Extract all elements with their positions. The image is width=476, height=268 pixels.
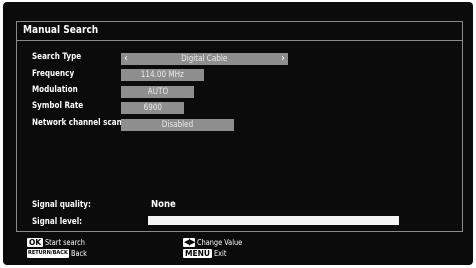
manual-search-panel: Manual Search Search Type ‹ Digital Cabl… <box>16 21 463 232</box>
search-type-label: Search Type <box>32 52 82 62</box>
signal-quality-value: None <box>151 199 176 210</box>
network-channel-scan-field[interactable]: Disabled <box>121 119 234 131</box>
exit-text: Exit <box>213 249 227 258</box>
signal-level-fill <box>148 216 399 225</box>
title-bar: Manual Search <box>17 22 462 41</box>
back-text: Back <box>70 249 87 258</box>
footer-back[interactable]: RETURN/BACK Back <box>27 249 90 259</box>
page-title: Manual Search <box>23 24 99 36</box>
network-channel-scan-label: Network channel scan <box>32 118 122 128</box>
modulation-label: Modulation <box>32 85 78 95</box>
modulation-value: AUTO <box>147 87 168 97</box>
chevron-left-icon[interactable]: ‹ <box>122 53 130 65</box>
footer-exit[interactable]: MENU Exit <box>183 249 229 259</box>
frequency-value: 114.00 MHz <box>140 70 185 80</box>
symbol-rate-label: Symbol Rate <box>32 101 84 111</box>
chevron-right-icon[interactable]: › <box>279 53 287 65</box>
footer-change-value[interactable]: ◀|▶ Change Value <box>183 238 252 248</box>
signal-level-bar <box>148 216 399 225</box>
change-value-text: Change Value <box>197 238 243 247</box>
ok-key-icon[interactable]: OK <box>27 238 44 247</box>
footer-start-search[interactable]: OK Start search <box>27 238 94 248</box>
frequency-field[interactable]: 114.00 MHz <box>121 69 204 81</box>
network-channel-scan-value: Disabled <box>161 120 194 130</box>
left-right-arrows-icon[interactable]: ◀|▶ <box>183 238 195 247</box>
start-search-text: Start search <box>45 238 86 247</box>
frequency-label: Frequency <box>32 69 75 79</box>
search-type-selector[interactable]: ‹ Digital Cable › <box>121 53 288 65</box>
menu-key-icon[interactable]: MENU <box>183 249 212 258</box>
return-back-key-icon[interactable]: RETURN/BACK <box>27 249 69 258</box>
symbol-rate-field[interactable]: 6900 <box>121 102 184 114</box>
modulation-field[interactable]: AUTO <box>121 86 194 98</box>
signal-quality-label: Signal quality: <box>32 200 91 210</box>
signal-level-label: Signal level: <box>32 217 83 227</box>
tv-screen: Manual Search Search Type ‹ Digital Cabl… <box>3 2 473 265</box>
symbol-rate-value: 6900 <box>143 103 162 113</box>
search-type-value: Digital Cable <box>181 54 228 64</box>
